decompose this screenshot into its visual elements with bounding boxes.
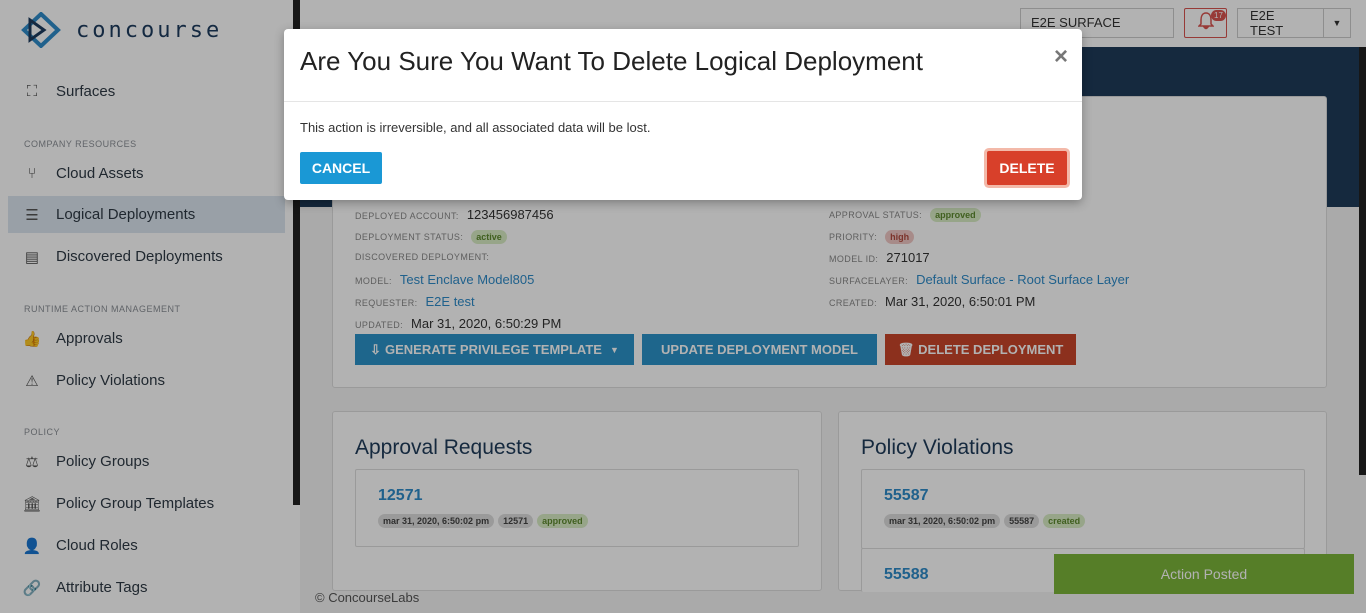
delete-confirmation-modal: Are You Sure You Want To Delete Logical …	[284, 29, 1082, 200]
cancel-button[interactable]: CANCEL	[300, 152, 382, 184]
modal-title: Are You Sure You Want To Delete Logical …	[300, 46, 923, 76]
divider	[284, 101, 1082, 102]
modal-message: This action is irreversible, and all ass…	[300, 120, 651, 135]
close-icon[interactable]: ×	[1054, 43, 1068, 71]
delete-button[interactable]: DELETE	[987, 151, 1067, 185]
